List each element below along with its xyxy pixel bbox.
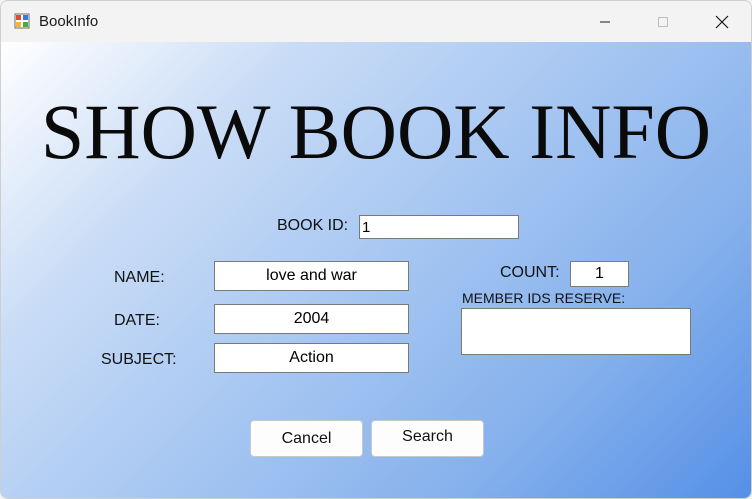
- maximize-icon: [658, 16, 668, 27]
- subject-field[interactable]: [214, 343, 409, 373]
- form-client-area: SHOW BOOK INFO BOOK ID: NAME: DATE: SUBJ…: [1, 42, 751, 498]
- subject-label: SUBJECT:: [101, 351, 177, 368]
- count-label: COUNT:: [500, 264, 560, 281]
- app-icon: [14, 13, 30, 29]
- cancel-button[interactable]: Cancel: [250, 420, 363, 457]
- member-ids-label: MEMBER IDS RESERVE:: [462, 290, 626, 306]
- search-button-label: Search: [402, 428, 453, 445]
- date-field[interactable]: [214, 304, 409, 334]
- member-ids-textbox[interactable]: [461, 308, 691, 355]
- window-title: BookInfo: [39, 13, 99, 30]
- book-id-input[interactable]: [359, 215, 519, 239]
- page-heading: SHOW BOOK INFO: [40, 88, 712, 175]
- close-icon: [715, 15, 729, 28]
- minimize-button[interactable]: [576, 1, 634, 42]
- search-button[interactable]: Search: [371, 420, 484, 457]
- bookinfo-window: BookInfo SHOW BOOK INFO BOOK ID: NAME: D…: [0, 0, 752, 499]
- cancel-button-label: Cancel: [281, 429, 332, 447]
- count-field[interactable]: [570, 261, 629, 287]
- name-label: NAME:: [114, 269, 165, 286]
- minimize-icon: [600, 21, 610, 22]
- close-button[interactable]: [693, 1, 751, 42]
- title-bar[interactable]: BookInfo: [1, 1, 751, 42]
- book-id-label: BOOK ID:: [277, 217, 349, 234]
- maximize-button[interactable]: [634, 1, 692, 42]
- name-field[interactable]: [214, 261, 409, 291]
- date-label: DATE:: [114, 312, 160, 329]
